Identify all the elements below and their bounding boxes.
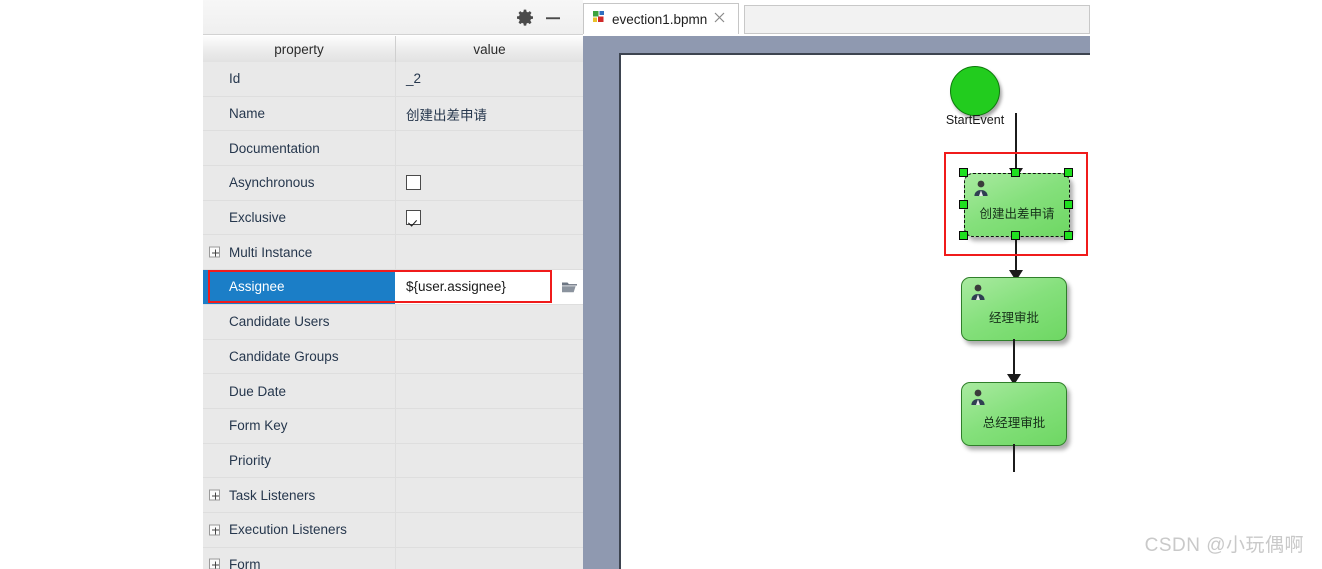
column-header-value[interactable]: value: [396, 36, 583, 62]
task-label: 总经理审批: [982, 416, 1046, 430]
property-value[interactable]: [395, 374, 583, 408]
task-label: 经理审批: [988, 311, 1039, 325]
property-row[interactable]: Due Date: [203, 374, 583, 409]
resize-handle-sw[interactable]: [959, 231, 968, 240]
bpmn-shapes-layer: StartEvent 创建出差申请 经理审批 总经理审批: [621, 55, 1090, 569]
property-name: Execution Listeners: [229, 522, 347, 538]
column-header-property[interactable]: property: [203, 36, 396, 62]
properties-toolbar: [203, 0, 583, 35]
property-row[interactable]: Name 创建出差申请: [203, 96, 583, 132]
resize-handle-nw[interactable]: [959, 168, 968, 177]
editor-area: evection1.bpmn StartEvent 创建出差申请 经理审批 总经…: [583, 0, 1322, 569]
property-value[interactable]: [395, 200, 583, 235]
app-root: property value Id _2 Name 创建出差申请 Documentati…: [0, 0, 1322, 569]
property-row[interactable]: Form Key: [203, 408, 583, 444]
start-event-label: StartEvent: [945, 113, 1005, 127]
property-value[interactable]: [395, 547, 583, 569]
property-value[interactable]: [395, 131, 583, 166]
property-name: Form: [229, 556, 261, 569]
property-name: Form Key: [229, 418, 288, 434]
task-label: 创建出差申请: [979, 207, 1055, 221]
property-name: Id: [229, 71, 241, 87]
folder-open-icon[interactable]: [556, 274, 582, 300]
property-value[interactable]: [395, 235, 583, 270]
property-value[interactable]: [395, 408, 583, 443]
task-node-general-manager-approve[interactable]: 总经理审批: [961, 382, 1067, 446]
resize-handle-w[interactable]: [959, 200, 968, 209]
property-row[interactable]: Execution Listeners: [203, 512, 583, 548]
property-row[interactable]: Form: [203, 547, 583, 569]
property-name: Priority: [229, 452, 272, 468]
editor-tab-strip: evection1.bpmn: [583, 0, 1090, 35]
diagram-canvas[interactable]: StartEvent 创建出差申请 经理审批 总经理审批: [619, 53, 1090, 569]
resize-handle-se[interactable]: [1064, 231, 1073, 240]
property-name: Exclusive: [229, 210, 287, 226]
property-row[interactable]: Documentation: [203, 131, 583, 167]
checkbox-checked[interactable]: [406, 210, 421, 226]
property-value[interactable]: [395, 478, 583, 512]
task-node-create-evection[interactable]: 创建出差申请: [964, 173, 1070, 237]
property-value[interactable]: _2: [395, 62, 583, 96]
property-value[interactable]: [395, 339, 583, 374]
left-background: [0, 0, 203, 569]
property-name: Assignee: [203, 270, 395, 304]
property-name: Documentation: [229, 140, 320, 156]
properties-panel: property value Id _2 Name 创建出差申请 Documentati…: [203, 0, 583, 569]
property-name: Asynchronous: [229, 175, 315, 191]
property-name: Task Listeners: [229, 487, 316, 503]
resize-handle-e[interactable]: [1064, 200, 1073, 209]
property-row[interactable]: Task Listeners: [203, 478, 583, 513]
checkbox-unchecked[interactable]: [406, 175, 421, 191]
resize-handle-s[interactable]: [1011, 231, 1020, 240]
properties-table-header: property value: [203, 35, 583, 63]
property-row[interactable]: Assignee ${user.assignee}: [203, 270, 583, 305]
watermark: CSDN @小玩偶啊: [1144, 535, 1304, 556]
bpmn-file-icon: [592, 10, 606, 29]
close-icon[interactable]: [714, 10, 725, 28]
property-value[interactable]: 创建出差申请: [395, 96, 583, 131]
gear-icon[interactable]: [515, 8, 535, 28]
tab-evection1-bpmn[interactable]: evection1.bpmn: [583, 3, 739, 34]
resize-handle-ne[interactable]: [1064, 168, 1073, 177]
properties-table-body: Id _2 Name 创建出差申请 Documentation Asynchronous E…: [203, 62, 583, 569]
property-row[interactable]: Asynchronous: [203, 166, 583, 201]
task-node-manager-approve[interactable]: 经理审批: [961, 277, 1067, 341]
property-row[interactable]: Candidate Users: [203, 304, 583, 340]
property-value[interactable]: ${user.assignee}: [395, 270, 583, 304]
property-row[interactable]: Candidate Groups: [203, 339, 583, 375]
user-task-icon: [971, 284, 985, 300]
property-row[interactable]: Multi Instance: [203, 235, 583, 271]
tab-strip-empty-area: [744, 5, 1090, 34]
property-row[interactable]: Priority: [203, 443, 583, 479]
property-name: Multi Instance: [229, 244, 313, 260]
user-task-icon: [971, 389, 985, 405]
user-task-icon: [974, 180, 988, 196]
diagram-canvas-background: StartEvent 创建出差申请 经理审批 总经理审批: [583, 36, 1090, 569]
property-name: Due Date: [229, 383, 287, 399]
property-value[interactable]: [395, 166, 583, 200]
sequence-flow-4: [1013, 444, 1015, 472]
minimize-icon[interactable]: [543, 8, 563, 28]
property-value[interactable]: [395, 304, 583, 339]
property-row[interactable]: Id _2: [203, 62, 583, 97]
property-name: Candidate Users: [229, 314, 330, 330]
property-row[interactable]: Exclusive: [203, 200, 583, 236]
property-value[interactable]: [395, 512, 583, 547]
sequence-flow-1: [1015, 113, 1017, 175]
property-name: Name: [229, 106, 266, 122]
property-value[interactable]: [395, 443, 583, 478]
property-name: Candidate Groups: [229, 348, 339, 364]
tab-label: evection1.bpmn: [612, 11, 708, 27]
start-event-node[interactable]: [950, 66, 1000, 116]
resize-handle-n[interactable]: [1011, 168, 1020, 177]
